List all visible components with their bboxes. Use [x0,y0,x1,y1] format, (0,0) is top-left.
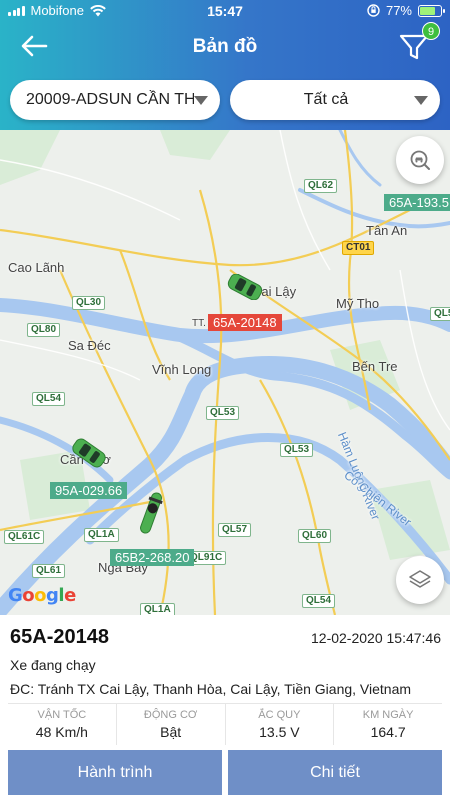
vehicle-select-value: 20009-ADSUN CẦN THƠ [26,91,194,108]
stat-value: Bật [160,724,182,740]
route-shield: QL61C [4,530,45,544]
vehicle-plate-label-selected[interactable]: 65A-20148 [208,314,282,331]
route-shield: QL1A [84,528,119,542]
car-search-button[interactable] [396,136,444,184]
stat-label: VẬN TỐC [37,709,87,721]
vehicle-select[interactable]: 20009-ADSUN CẦN THƠ [10,80,220,120]
chevron-down-icon [414,96,428,105]
status-bar: Mobifone 15:47 77% [0,0,450,22]
stat-label: KM NGÀY [362,709,414,721]
vehicle-car-marker[interactable] [224,274,266,300]
battery-percent: 77% [385,3,412,18]
vehicle-plate-title: 65A-20148 [10,626,109,648]
status-select-value: Tất cả [303,91,349,108]
place-label: Mỹ Tho [336,296,380,311]
status-select[interactable]: Tất cả [230,80,440,120]
route-history-button[interactable]: Hành trình [8,750,222,795]
stat-battery: ẮC QUY 13.5 V [226,704,335,745]
route-shield: QL5 [430,307,450,321]
stat-label: ẮC QUY [258,709,301,721]
place-label: Sa Đéc [68,338,111,353]
vehicle-motorbike-marker[interactable] [134,488,168,538]
route-shield: QL30 [72,296,106,310]
place-label: Cao Lãnh [8,260,65,275]
stat-speed: VẬN TỐC 48 Km/h [8,704,117,745]
place-label: Bến Tre [352,359,398,374]
vehicle-status: Xe đang chạy [10,657,96,673]
route-shield: QL54 [32,392,66,406]
route-shield: QL1A [140,603,175,615]
route-shield: QL53 [206,406,240,420]
vehicle-plate-label[interactable]: 65B2-268.20 [110,549,195,566]
detail-button[interactable]: Chi tiết [228,750,442,795]
layers-icon [409,570,431,588]
vehicle-car-marker[interactable] [68,438,110,468]
map-view[interactable]: Cao Lãnh Sa Đéc Vĩnh Long Tân An Mỹ Tho … [0,130,450,615]
google-logo: Google [8,585,76,606]
route-shield: QL60 [298,529,332,543]
stat-value: 48 Km/h [35,724,88,740]
filter-count-badge: 9 [422,22,440,40]
stat-engine: ĐỘNG CƠ Bật [117,704,226,745]
route-shield: QL80 [27,323,61,337]
vehicle-address: ĐC: Tránh TX Cai Lậy, Thanh Hòa, Cai Lậy… [10,681,412,697]
vehicle-stats: VẬN TỐC 48 Km/h ĐỘNG CƠ Bật ẮC QUY 13.5 … [8,703,442,745]
place-label: Tân An [366,223,408,238]
vehicle-info-panel: 65A-20148 12-02-2020 15:47:46 Xe đang ch… [0,615,450,800]
vehicle-plate-label[interactable]: 95A-029.66 [50,482,128,499]
stat-value: 164.7 [370,724,406,740]
page-title: Bản đồ [192,36,258,57]
chevron-down-icon [194,96,208,105]
vehicle-timestamp: 12-02-2020 15:47:46 [311,630,441,646]
stat-value: 13.5 V [259,724,300,740]
place-label: TT. [192,318,206,329]
app-header: Mobifone 15:47 77% Bản đồ 9 20009-ADSUN … [0,0,450,130]
route-shield: QL53 [280,443,314,457]
route-shield: QL57 [218,523,252,537]
rotation-lock-icon [367,4,380,17]
route-shield: QL62 [304,179,338,193]
stat-km-day: KM NGÀY 164.7 [334,704,442,745]
route-shield: QL61 [32,564,66,578]
route-shield: CT01 [342,241,375,255]
battery-icon [418,4,445,17]
vehicle-plate-label[interactable]: 65A-193.5 [384,194,450,211]
route-shield: QL54 [302,594,336,608]
map-layers-button[interactable] [396,556,444,604]
place-label: Vĩnh Long [152,362,212,377]
stat-label: ĐỘNG CƠ [143,709,198,721]
car-search-icon [410,150,430,170]
